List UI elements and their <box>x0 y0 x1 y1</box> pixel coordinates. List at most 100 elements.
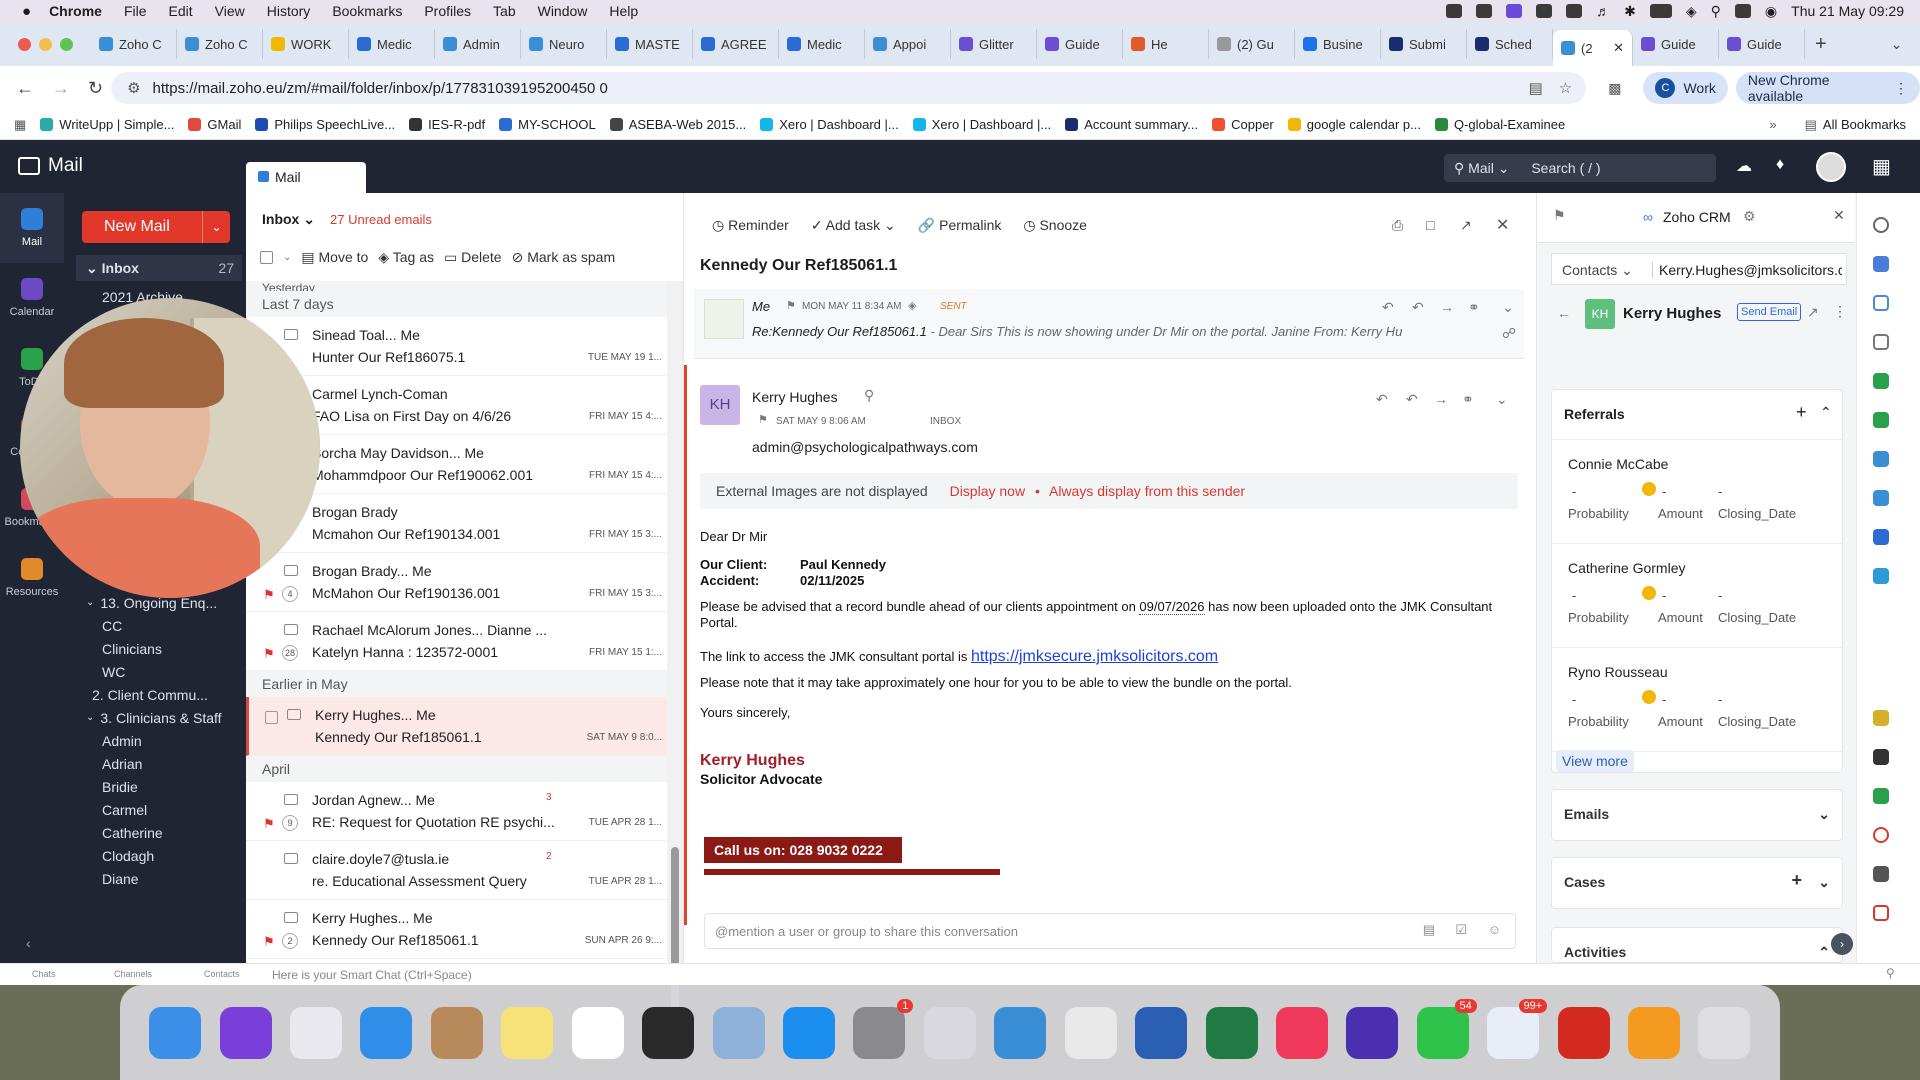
snooze-button[interactable]: ◷ Snooze <box>1023 217 1087 234</box>
cases-section[interactable]: Cases + ⌄ <box>1551 857 1843 909</box>
folder-item[interactable]: Admin <box>64 729 246 752</box>
menu-edit[interactable]: Edit <box>169 3 193 19</box>
new-mail-button[interactable]: New Mail ⌄ <box>82 211 230 243</box>
delete-button[interactable]: ▭ Delete <box>444 249 502 266</box>
browser-tab[interactable]: Appoi <box>865 29 951 59</box>
glitter-icon[interactable] <box>1346 1006 1399 1059</box>
volume-icon[interactable]: ♬ <box>1596 3 1610 19</box>
mail-row[interactable]: Kerry Hughes... Me Kennedy Our Ref185061.… <box>246 900 668 959</box>
chart-icon[interactable] <box>1872 412 1889 428</box>
reply-icon[interactable]: ↶ <box>1382 299 1394 316</box>
mail-row[interactable]: Kerry Hughes... Me Kennedy Our Ref185061.… <box>246 697 668 756</box>
bookmark-item[interactable]: WriteUpp | Simple... <box>40 117 174 132</box>
app-dark-icon[interactable] <box>642 1006 695 1059</box>
browser-tab[interactable]: He <box>1123 29 1209 59</box>
bookmark-star-icon[interactable]: ☆ <box>1559 79 1572 97</box>
forward-icon[interactable]: → <box>1434 391 1448 407</box>
referral-name[interactable]: Catherine Gormley <box>1568 560 1686 576</box>
menu-app[interactable]: Chrome <box>49 3 102 19</box>
reminder-button[interactable]: ◷ Reminder <box>712 217 789 234</box>
back-icon[interactable]: ← <box>16 78 34 99</box>
thread2-from[interactable]: Kerry Hughes <box>752 389 838 405</box>
add-case-icon[interactable]: + <box>1791 870 1802 891</box>
close-tab-icon[interactable]: ✕ <box>1613 40 1624 56</box>
crm-close-icon[interactable]: ✕ <box>1833 207 1845 224</box>
popout-icon[interactable]: ↗ <box>1460 217 1472 234</box>
thread-message-me[interactable]: Me ⚑ MON MAY 11 8:34 AM ◈ SENT Re:Kenned… <box>694 289 1524 359</box>
analytics-icon[interactable] <box>1872 529 1889 545</box>
trash-icon[interactable] <box>1698 1006 1751 1059</box>
install-app-icon[interactable]: ▤ <box>1529 79 1543 97</box>
link-icon[interactable]: ⚭ <box>1468 299 1480 316</box>
browser-tab[interactable]: Sched <box>1467 29 1553 59</box>
search-sender-icon[interactable]: ⚲ <box>864 387 874 404</box>
mail-tab[interactable]: Mail <box>246 162 366 193</box>
chats-tab[interactable]: Chats <box>32 969 56 979</box>
bookmark-item[interactable]: Q-global-Examinee <box>1434 117 1565 132</box>
feather-icon[interactable] <box>1872 256 1889 272</box>
menu-profiles[interactable]: Profiles <box>424 3 471 19</box>
expand-icon[interactable]: ⌄ <box>1502 299 1514 316</box>
chrome-update-button[interactable]: New Chrome available ⋮ <box>1735 72 1920 104</box>
expand-icon[interactable]: ⌄ <box>1496 391 1508 408</box>
tag-as-button[interactable]: ◈ Tag as <box>378 249 434 266</box>
pages-icon[interactable] <box>1628 1006 1681 1059</box>
alarm-icon[interactable] <box>1872 827 1889 843</box>
select-dropdown-icon[interactable]: ⌄ <box>283 252 291 263</box>
chrome-icon[interactable] <box>1064 1006 1117 1059</box>
folder-item[interactable]: Clodagh <box>64 844 246 867</box>
add-referral-icon[interactable]: + <box>1796 402 1807 423</box>
flag-icon[interactable]: ⚑ <box>263 816 275 832</box>
new-mail-dropdown-icon[interactable]: ⌄ <box>202 211 230 243</box>
mail-integration-icon[interactable] <box>1872 334 1889 350</box>
bookmark-item[interactable]: Philips SpeechLive... <box>255 117 395 132</box>
browser-tab[interactable]: Busine <box>1295 29 1381 59</box>
referral-item[interactable]: Ryno Rousseau - - - Probability Amount Closing… <box>1552 648 1842 752</box>
referral-item[interactable]: Catherine Gormley - - - Probability Amount Clo… <box>1552 544 1842 648</box>
flag-icon[interactable]: ⚑ <box>263 587 275 603</box>
status-icon-2[interactable] <box>1536 4 1553 18</box>
folder-item[interactable]: CC <box>64 614 246 637</box>
bookmarks-overflow-icon[interactable]: » <box>1769 117 1776 132</box>
row-checkbox[interactable] <box>265 711 278 724</box>
contacts-icon[interactable] <box>430 1006 483 1059</box>
portal-link[interactable]: https://jmksecure.jmksolicitors.com <box>971 648 1218 665</box>
chat-bubble-icon[interactable] <box>1872 905 1889 921</box>
collapse-referrals-icon[interactable]: ⌃ <box>1820 404 1832 421</box>
bookmark-item[interactable]: IES-R-pdf <box>409 117 485 132</box>
browser-tab[interactable]: (2 ✕ <box>1553 30 1633 66</box>
spotlight-icon[interactable]: ⚲ <box>1711 3 1721 20</box>
link-icon[interactable]: ⚭ <box>1462 391 1474 408</box>
emoji-icon[interactable]: ☺ <box>1488 922 1501 937</box>
folder-item[interactable]: Clinicians <box>64 637 246 660</box>
folder-inbox[interactable]: ⌄ Inbox 27 <box>76 255 242 281</box>
bookmark-item[interactable]: Xero | Dashboard |... <box>760 117 899 132</box>
notifications-icon[interactable]: ♦ <box>1776 156 1784 174</box>
bookmark-item[interactable]: MY-SCHOOL <box>499 117 596 132</box>
bookmark-item[interactable]: Account summary... <box>1065 117 1198 132</box>
folder-item[interactable]: Diane <box>64 867 246 890</box>
status-icon-1[interactable] <box>1446 4 1463 18</box>
control-center-icon[interactable] <box>1734 4 1751 18</box>
inbox-dropdown[interactable]: Inbox ⌄ <box>262 211 315 228</box>
reply-all-icon[interactable]: ↶ <box>1406 391 1418 408</box>
next-arrow-icon[interactable]: › <box>1831 933 1853 955</box>
contacts-tab[interactable]: Contacts <box>204 969 240 979</box>
browser-tab[interactable]: Guide <box>1633 29 1719 59</box>
word-icon[interactable] <box>1135 1006 1188 1059</box>
nav-mail[interactable]: Mail <box>0 193 64 263</box>
apple-icon[interactable]: ● <box>22 3 31 20</box>
flag-icon[interactable]: ⚑ <box>263 646 275 662</box>
page-scrollbar[interactable] <box>1904 193 1920 963</box>
menu-history[interactable]: History <box>267 3 311 19</box>
excel-icon[interactable] <box>1205 1006 1258 1059</box>
open-external-icon[interactable]: ↗ <box>1807 304 1819 321</box>
glitter-status-icon[interactable] <box>1476 4 1493 18</box>
unread-count[interactable]: 27 Unread emails <box>330 212 432 227</box>
sync-icon[interactable]: ☁ <box>1736 156 1752 176</box>
browser-tab[interactable]: Submi <box>1381 29 1467 59</box>
module-dropdown[interactable]: Contacts ⌄ <box>1562 262 1633 279</box>
attach-note-icon[interactable]: ▤ <box>1423 922 1435 938</box>
folder-item[interactable]: Bridie <box>64 775 246 798</box>
task-icon[interactable]: ☑ <box>1455 922 1467 938</box>
